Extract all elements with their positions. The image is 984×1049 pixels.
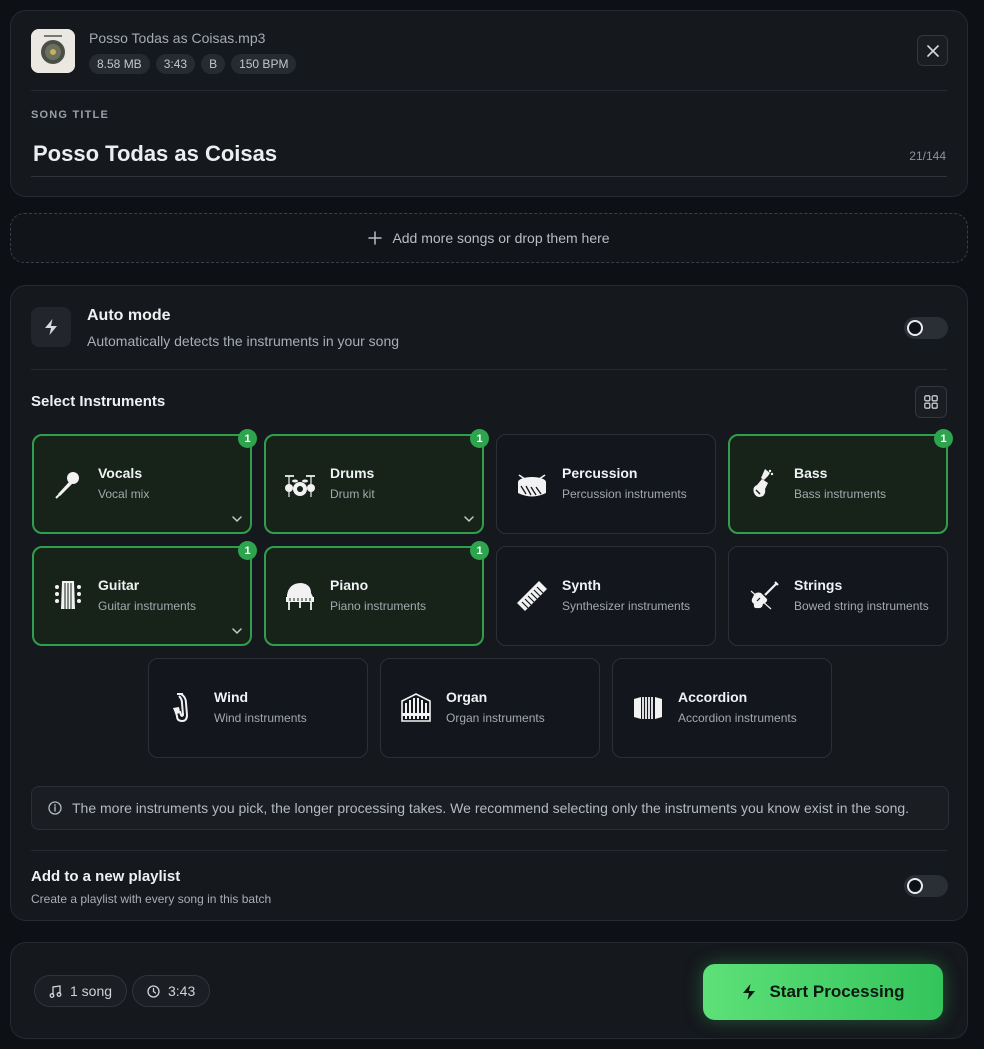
instrument-name: Percussion	[562, 465, 638, 481]
instrument-name: Strings	[794, 577, 843, 593]
instrument-name: Bass	[794, 465, 828, 481]
info-text: The more instruments you pick, the longe…	[72, 800, 910, 816]
total-duration: 3:43	[168, 983, 196, 999]
instrument-name: Wind	[214, 689, 249, 705]
instrument-organ[interactable]: Organ Organ instruments	[380, 658, 600, 758]
instrument-desc: Vocal mix	[98, 487, 150, 501]
playlist-title: Add to a new playlist	[31, 868, 181, 885]
instrument-desc: Percussion instruments	[562, 487, 687, 501]
instrument-piano[interactable]: Piano Piano instruments 1	[264, 541, 489, 646]
footer-card: 1 song 3:43 Start Processing	[10, 942, 968, 1039]
saxophone-icon	[173, 693, 189, 723]
instrument-desc: Piano instruments	[330, 599, 427, 613]
close-icon	[926, 44, 939, 57]
percussion-drum-icon	[518, 474, 546, 497]
accordion-icon	[634, 697, 662, 719]
instruments-card: Auto mode Automatically detects the inst…	[10, 285, 968, 921]
selection-count-badge: 1	[470, 541, 489, 560]
lightning-icon	[743, 984, 756, 1000]
instrument-strings[interactable]: Strings Bowed string instruments	[728, 546, 948, 646]
selection-count-badge: 1	[934, 429, 953, 448]
instrument-name: Piano	[330, 577, 369, 593]
instrument-name: Guitar	[98, 577, 140, 593]
instrument-desc: Bass instruments	[794, 487, 887, 501]
instrument-desc: Guitar instruments	[98, 599, 197, 613]
lightning-icon	[45, 319, 57, 335]
instrument-desc: Synthesizer instruments	[562, 599, 691, 613]
instrument-name: Organ	[446, 689, 488, 705]
file-name: Posso Todas as Coisas.mp3	[89, 30, 266, 46]
instrument-name: Drums	[330, 465, 375, 481]
toggle-knob	[907, 320, 923, 336]
microphone-icon	[55, 472, 79, 499]
song-title-input[interactable]: Posso Todas as Coisas	[33, 141, 277, 167]
instrument-name: Vocals	[98, 465, 143, 481]
music-note-icon	[49, 984, 62, 998]
instrument-guitar[interactable]: Guitar Guitar instruments 1	[32, 541, 257, 646]
key-chip: B	[201, 54, 226, 74]
playlist-description: Create a playlist with every song in thi…	[31, 892, 272, 906]
dropzone-label: Add more songs or drop them here	[392, 230, 610, 246]
duration-chip: 3:43	[155, 54, 196, 74]
divider	[31, 90, 947, 91]
instrument-desc: Organ instruments	[446, 711, 545, 725]
chevron-down-icon[interactable]	[462, 512, 476, 526]
select-instruments-title: Select Instruments	[31, 393, 166, 410]
drum-kit-icon	[285, 475, 315, 497]
guitar-headstock-icon	[55, 581, 81, 609]
selection-count-badge: 1	[470, 429, 489, 448]
start-processing-label: Start Processing	[769, 982, 905, 1001]
instrument-bass[interactable]: Bass Bass instruments 1	[728, 429, 953, 534]
auto-mode-icon	[31, 307, 71, 347]
instrument-synth[interactable]: Synth Synthesizer instruments	[496, 546, 716, 646]
chevron-down-icon[interactable]	[230, 512, 244, 526]
song-count: 1 song	[70, 983, 113, 999]
instrument-wind[interactable]: Wind Wind instruments	[148, 658, 368, 758]
album-art	[31, 29, 75, 73]
toggle-knob	[907, 878, 923, 894]
processing-info: The more instruments you pick, the longe…	[31, 786, 949, 830]
add-songs-dropzone[interactable]: Add more songs or drop them here	[10, 213, 968, 263]
file-card: Posso Todas as Coisas.mp3 8.58 MB 3:43 B…	[10, 10, 968, 197]
instrument-name: Accordion	[678, 689, 748, 705]
auto-mode-toggle[interactable]	[904, 317, 948, 339]
start-processing-button[interactable]: Start Processing	[703, 964, 943, 1020]
selection-count-badge: 1	[238, 429, 257, 448]
selection-count-badge: 1	[238, 541, 257, 560]
instrument-desc: Accordion instruments	[678, 711, 797, 725]
playlist-toggle[interactable]	[904, 875, 948, 897]
bass-guitar-icon	[753, 469, 774, 497]
plus-icon	[368, 231, 383, 245]
instrument-desc: Wind instruments	[214, 711, 307, 725]
instrument-drums[interactable]: Drums Drum kit 1	[264, 429, 489, 534]
pipe-organ-icon	[401, 693, 431, 722]
song-count-chip: 1 song	[34, 975, 128, 1007]
song-title-label: SONG TITLE	[31, 109, 109, 121]
divider	[31, 369, 947, 370]
grid-view-button[interactable]	[915, 386, 947, 418]
file-meta: 8.58 MB 3:43 B 150 BPM	[89, 54, 297, 74]
title-underline	[31, 176, 947, 177]
info-icon	[48, 801, 62, 815]
instrument-name: Synth	[562, 577, 601, 593]
instrument-accordion[interactable]: Accordion Accordion instruments	[612, 658, 832, 758]
keyboard-synth-icon	[517, 581, 547, 611]
instrument-desc: Drum kit	[330, 487, 375, 501]
instrument-desc: Bowed string instruments	[794, 599, 929, 613]
char-count: 21/144	[909, 149, 946, 163]
chevron-down-icon[interactable]	[230, 624, 244, 638]
instrument-vocals[interactable]: Vocals Vocal mix 1	[32, 429, 257, 534]
instrument-percussion[interactable]: Percussion Percussion instruments	[496, 434, 716, 534]
auto-mode-title: Auto mode	[87, 307, 171, 324]
divider	[31, 850, 947, 851]
bpm-chip: 150 BPM	[231, 54, 297, 74]
file-size-chip: 8.58 MB	[89, 54, 150, 74]
violin-icon	[750, 581, 779, 610]
auto-mode-description: Automatically detects the instruments in…	[87, 333, 400, 349]
clock-icon	[147, 984, 160, 998]
total-duration-chip: 3:43	[132, 975, 211, 1007]
grand-piano-icon	[286, 583, 314, 610]
remove-file-button[interactable]	[917, 35, 948, 66]
grid-icon	[924, 395, 938, 409]
